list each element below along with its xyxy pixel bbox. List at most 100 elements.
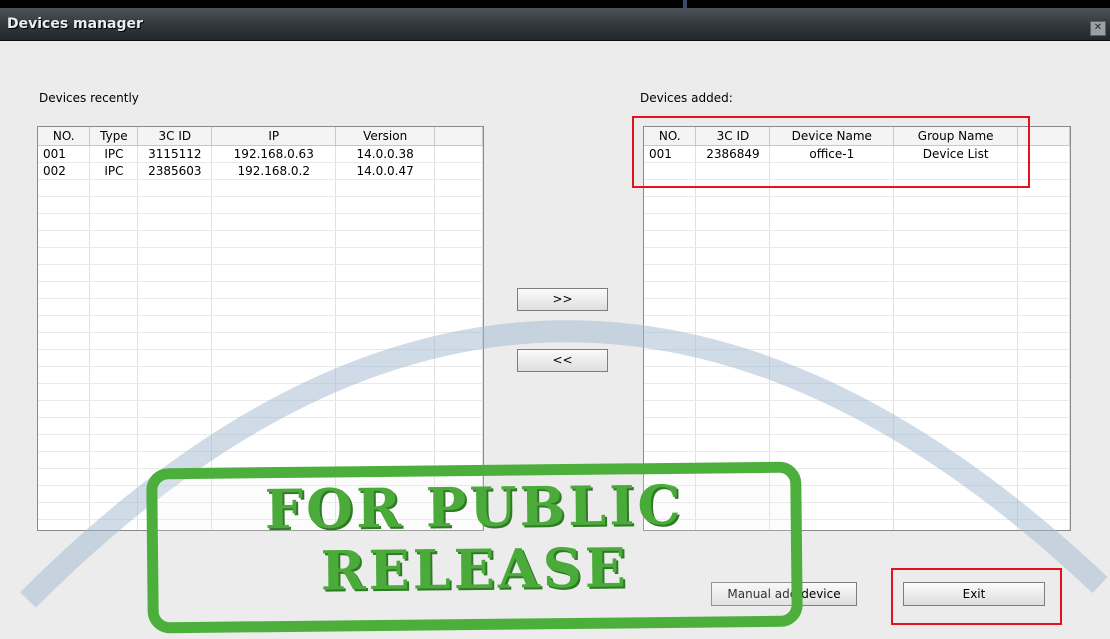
table-cell: [769, 230, 895, 248]
table-cell: [89, 485, 139, 503]
table-cell: [644, 366, 697, 384]
empty-table-row: [38, 213, 483, 231]
table-cell: [769, 366, 895, 384]
table-cell: [89, 502, 139, 520]
remove-from-list-button[interactable]: <<: [517, 349, 608, 372]
close-button[interactable]: ✕: [1090, 21, 1106, 36]
column-header[interactable]: Version: [335, 127, 436, 146]
table-cell: [434, 162, 483, 180]
table-cell: [769, 213, 895, 231]
table-cell: [695, 417, 771, 435]
column-header[interactable]: Group Name: [893, 127, 1019, 146]
column-header[interactable]: NO.: [644, 127, 697, 146]
table-cell: [434, 298, 483, 316]
table-cell: [89, 400, 139, 418]
table-cell: [769, 196, 895, 214]
stamp-line-1: FOR PUBLIC: [264, 472, 684, 542]
table-cell: [211, 366, 337, 384]
empty-table-row: [644, 417, 1070, 435]
table-cell: [893, 315, 1019, 333]
table-cell: [893, 349, 1019, 367]
column-header[interactable]: 3C ID: [137, 127, 213, 146]
table-cell: 001: [38, 145, 91, 163]
title-bar[interactable]: Devices manager ✕: [0, 8, 1110, 41]
empty-table-row: [644, 383, 1070, 401]
empty-table-row: [38, 264, 483, 282]
table-cell: [893, 502, 1019, 520]
table-cell: [695, 298, 771, 316]
empty-table-row: [644, 332, 1070, 350]
table-cell: [769, 417, 895, 435]
table-cell: [1017, 383, 1070, 401]
table-cell: [1017, 434, 1070, 452]
table-cell: [89, 349, 139, 367]
empty-table-row: [644, 315, 1070, 333]
devices-manager-window: Devices manager ✕ Devices recently Devic…: [0, 0, 1110, 639]
table-cell: [38, 417, 91, 435]
table-cell: 3115112: [137, 145, 213, 163]
table-cell: [137, 366, 213, 384]
table-cell: [211, 400, 337, 418]
table-cell: [38, 332, 91, 350]
table-cell: [335, 383, 436, 401]
table-cell: [695, 264, 771, 282]
table-cell: [89, 315, 139, 333]
empty-table-row: [38, 315, 483, 333]
table-row[interactable]: 002 IPC 2385603 192.168.0.2 14.0.0.47: [38, 162, 483, 180]
exit-button[interactable]: Exit: [903, 582, 1045, 606]
table-cell: [38, 400, 91, 418]
table-cell: [893, 162, 1019, 180]
column-header[interactable]: IP: [211, 127, 337, 146]
table-cell: [211, 349, 337, 367]
table-cell: [644, 434, 697, 452]
table-cell: [644, 349, 697, 367]
add-to-list-button[interactable]: >>: [517, 288, 608, 311]
table-cell: [335, 349, 436, 367]
table-row[interactable]: 001 2386849 office-1 Device List: [644, 145, 1070, 163]
table-cell: [1017, 417, 1070, 435]
empty-table-row: [38, 349, 483, 367]
empty-table-row: [38, 400, 483, 418]
table-cell: [38, 213, 91, 231]
table-cell: [211, 213, 337, 231]
table-cell: [1017, 349, 1070, 367]
table-cell: [893, 417, 1019, 435]
table-cell: [89, 468, 139, 486]
table-cell: [1017, 230, 1070, 248]
column-header-filler: [1017, 127, 1070, 146]
column-header[interactable]: Type: [89, 127, 139, 146]
table-cell: [695, 400, 771, 418]
column-header[interactable]: NO.: [38, 127, 91, 146]
table-cell: [644, 298, 697, 316]
table-cell: office-1: [769, 145, 895, 163]
table-cell: [893, 196, 1019, 214]
table-cell: [644, 383, 697, 401]
table-cell: [434, 332, 483, 350]
table-cell: [137, 434, 213, 452]
table-cell: 14.0.0.47: [335, 162, 436, 180]
table-cell: [335, 196, 436, 214]
table-cell: 192.168.0.2: [211, 162, 337, 180]
table-cell: [1017, 468, 1070, 486]
table-cell: [211, 417, 337, 435]
table-cell: [644, 230, 697, 248]
table-cell: [644, 247, 697, 265]
empty-table-row: [38, 281, 483, 299]
table-cell: [695, 383, 771, 401]
empty-table-row: [644, 247, 1070, 265]
column-header[interactable]: 3C ID: [695, 127, 771, 146]
table-cell: [893, 230, 1019, 248]
empty-table-row: [644, 281, 1070, 299]
table-cell: [644, 400, 697, 418]
table-cell: [769, 264, 895, 282]
table-cell: [137, 247, 213, 265]
table-cell: [769, 179, 895, 197]
table-cell: [893, 281, 1019, 299]
top-strip: [0, 0, 1110, 8]
table-row[interactable]: 001 IPC 3115112 192.168.0.63 14.0.0.38: [38, 145, 483, 163]
empty-table-row: [38, 434, 483, 452]
column-header[interactable]: Device Name: [769, 127, 895, 146]
table-cell: [211, 298, 337, 316]
table-cell: [695, 366, 771, 384]
empty-table-row: [38, 298, 483, 316]
